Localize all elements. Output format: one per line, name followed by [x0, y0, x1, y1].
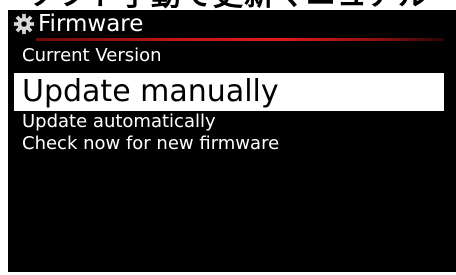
- device-screen: Firmware Current Version Update manually…: [8, 10, 456, 272]
- menu-item-current-version[interactable]: Current Version: [8, 44, 162, 68]
- menu-item-check-new-firmware[interactable]: Check now for new firmware: [8, 132, 279, 156]
- menu-item-update-manually[interactable]: Update manually: [14, 73, 444, 111]
- title-bar: Firmware: [8, 10, 456, 41]
- title-divider: [36, 38, 444, 41]
- screenshot: ソフト手動で更新マニュアル Firmware Curre: [0, 0, 456, 275]
- menu-item-update-automatically[interactable]: Update automatically: [8, 110, 216, 134]
- page-title: Firmware: [38, 11, 144, 37]
- gear-icon: [13, 13, 35, 35]
